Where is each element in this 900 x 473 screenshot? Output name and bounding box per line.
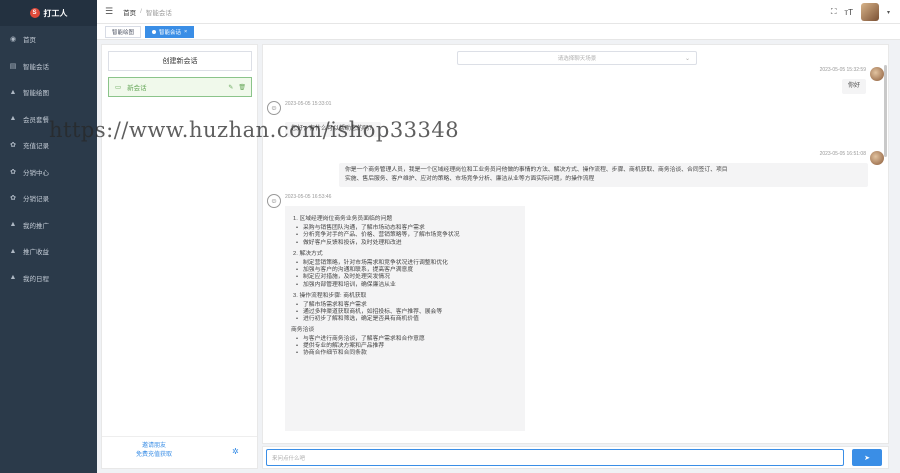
user-message: 你好 xyxy=(841,79,866,94)
top-header: ☰ 首页 / 智能会话 ⛶ ᴛT ▾ xyxy=(97,0,900,24)
chat-scrollbar[interactable] xyxy=(884,65,887,157)
reply-list-item: 与客户进行商务洽谈，了解客户需求和合作意愿 xyxy=(293,336,517,343)
user-icon: ▲ xyxy=(9,247,17,255)
bot-message: 1. 区域经理岗位商务业务员面临的问题采购与销售团队沟通，了解市场动态和客户需求… xyxy=(285,206,525,431)
chat-input[interactable]: 来问点什么吧 xyxy=(266,449,844,466)
input-bar: 来问点什么吧 ➤ xyxy=(262,446,889,469)
sidebar-item-label: 我的推广 xyxy=(23,222,49,230)
watermark-text: https://www.huzhan.com/ishop33348 xyxy=(49,118,460,142)
chevron-down-icon[interactable]: ▾ xyxy=(887,9,890,16)
message-line: 你是一个商务管理人员，我是一个区域经理岗位和工业务员问他做的事情的方法、解决方式… xyxy=(345,167,728,173)
reply-list-item: 加强内部管理和培训，确保廉洁从业 xyxy=(293,282,517,289)
reply-list-item: 进行初步了解和筛选，确定是否具有商机价值 xyxy=(293,316,517,323)
conversation-item[interactable]: ▭ 新会话 ✎ 🗑 xyxy=(108,77,252,97)
message-time: 2023-05-05 15:32:59 xyxy=(819,67,866,73)
sidebar-item[interactable]: ▤ 智能会话 xyxy=(0,53,97,80)
breadcrumb-home[interactable]: 首页 xyxy=(123,7,136,17)
invite-line-1: 邀请朋友 xyxy=(141,443,166,449)
tabs-bar: 智能绘图 智能会话 × xyxy=(97,24,900,40)
app-title: 打工人 xyxy=(43,8,68,18)
gear-icon: ✿ xyxy=(10,142,16,150)
user-avatar xyxy=(870,67,884,81)
sidebar-item[interactable]: ✿ 分销中心 xyxy=(0,159,97,186)
dashboard-icon: ◉ xyxy=(9,36,17,44)
reply-section-title: 1. 区域经理岗位商务业务员面临的问题 xyxy=(293,216,393,222)
tab-label: 智能绘图 xyxy=(112,29,135,36)
menu-toggle-icon[interactable]: ☰ xyxy=(105,6,113,17)
send-button[interactable]: ➤ xyxy=(852,449,882,466)
gear-icon: ✿ xyxy=(10,168,16,176)
chevron-down-icon: ⌄ xyxy=(684,55,690,62)
user-icon: ▲ xyxy=(9,88,17,96)
edit-icon[interactable]: ✎ xyxy=(228,84,233,91)
logo-icon: S xyxy=(29,8,40,18)
close-icon[interactable]: × xyxy=(184,29,187,35)
reply-section-title: 2. 解决方式 xyxy=(293,250,323,257)
conversation-title: 新会话 xyxy=(127,85,147,92)
active-dot-icon xyxy=(152,29,157,34)
sidebar-item[interactable]: ▲ 智能绘图 xyxy=(0,79,97,106)
sidebar-item[interactable]: ▲ 我的推广 xyxy=(0,212,97,239)
bot-avatar-icon: ☺ xyxy=(267,101,281,115)
reply-section-title: 商务洽谈 xyxy=(291,326,315,333)
reply-list-item: 做好客户反馈和投诉，及时处理和改进 xyxy=(293,240,517,247)
breadcrumb-separator: / xyxy=(140,8,142,15)
sidebar-item[interactable]: ✿ 分销记录 xyxy=(0,185,97,212)
sidebar-item-label: 智能会话 xyxy=(23,63,49,71)
delete-icon[interactable]: 🗑 xyxy=(238,84,246,91)
user-icon: ▲ xyxy=(9,221,17,229)
sidebar-item[interactable]: ▲ 推广收益 xyxy=(0,238,97,265)
sidebar-item-label: 分销中心 xyxy=(23,169,49,177)
sidebar-item-label: 智能绘图 xyxy=(23,90,49,98)
message-time: 2023-05-05 15:33:01 xyxy=(285,101,332,107)
chat-icon: ▭ xyxy=(115,84,122,91)
message-line: 实施、售后服务、客户维护、应对的策略、市场竞争分析、廉洁从业等方面实际问题，的操… xyxy=(345,176,595,182)
app-logo[interactable]: S 打工人 xyxy=(0,0,97,26)
message-time: 2023-05-05 16:51:08 xyxy=(819,151,866,157)
chat-icon: ▤ xyxy=(9,62,17,70)
tab-chat[interactable]: 智能会话 × xyxy=(145,25,195,38)
scene-select[interactable]: 请选择聊天场景 ⌄ xyxy=(457,51,697,65)
sidebar-item[interactable]: ◉ 首页 xyxy=(0,26,97,53)
fullscreen-icon[interactable]: ⛶ xyxy=(831,7,837,17)
bot-avatar-icon: ☺ xyxy=(267,194,281,208)
sidebar-item-label: 推广收益 xyxy=(23,249,49,257)
sidebar-item-label: 我的日程 xyxy=(23,275,49,283)
new-chat-button[interactable]: 创建新会话 xyxy=(108,51,252,71)
settings-gear-icon[interactable]: ✲ xyxy=(232,447,239,456)
message-time: 2023-05-05 16:53:46 xyxy=(285,194,332,200)
tab-drawing[interactable]: 智能绘图 xyxy=(105,25,142,38)
header-actions: ⛶ ᴛT ▾ xyxy=(831,3,890,21)
conversation-footer: 邀请朋友 免费充值获取 ✲ xyxy=(102,436,257,468)
sidebar-item-label: 充值记录 xyxy=(23,143,49,151)
user-message: 你是一个商务管理人员，我是一个区域经理岗位和工业务员问他做的事情的方法、解决方式… xyxy=(339,163,868,187)
tab-label: 智能会话 xyxy=(159,29,182,36)
sidebar-item-label: 会员套餐 xyxy=(23,116,49,124)
font-size-icon[interactable]: ᴛT xyxy=(844,8,853,17)
reply-list-item: 制定应对措施，及时处理突发情况 xyxy=(293,274,517,281)
sidebar-item-label: 分销记录 xyxy=(23,196,49,204)
reply-list-item: 协商合作细节和合同条款 xyxy=(293,350,517,357)
user-avatar xyxy=(870,151,884,165)
reply-list-item: 分析竞争对手的产品、价格、营销策略等，了解市场竞争状况 xyxy=(293,232,517,239)
reply-section-title: 3. 操作流程和步骤: 商机获取 xyxy=(293,292,367,299)
sidebar-item-label: 首页 xyxy=(23,37,36,45)
invite-link[interactable]: 邀请朋友 免费充值获取 xyxy=(114,442,194,460)
invite-line-2: 免费充值获取 xyxy=(135,452,172,458)
conversation-panel: 创建新会话 ▭ 新会话 ✎ 🗑 邀请朋友 免费充值获取 ✲ xyxy=(101,44,258,469)
gear-icon: ✿ xyxy=(10,195,16,203)
user-icon: ▲ xyxy=(9,115,17,123)
chat-area: 请选择聊天场景 ⌄ 2023-05-05 15:32:59 你好 ☺ 2023-… xyxy=(262,44,889,444)
sidebar: S 打工人 ◉ 首页 ▤ 智能会话 ▲ 智能绘图 ▲ 会员套餐 ✿ 充值记录 ✿ 分销中心 ✿ 分销记录 ▲… xyxy=(0,0,97,473)
breadcrumb-current: 智能会话 xyxy=(145,9,172,17)
sidebar-item[interactable]: ▲ 我的日程 xyxy=(0,265,97,292)
scene-placeholder: 请选择聊天场景 xyxy=(557,56,597,62)
user-icon: ▲ xyxy=(9,274,17,282)
avatar[interactable] xyxy=(860,3,879,21)
